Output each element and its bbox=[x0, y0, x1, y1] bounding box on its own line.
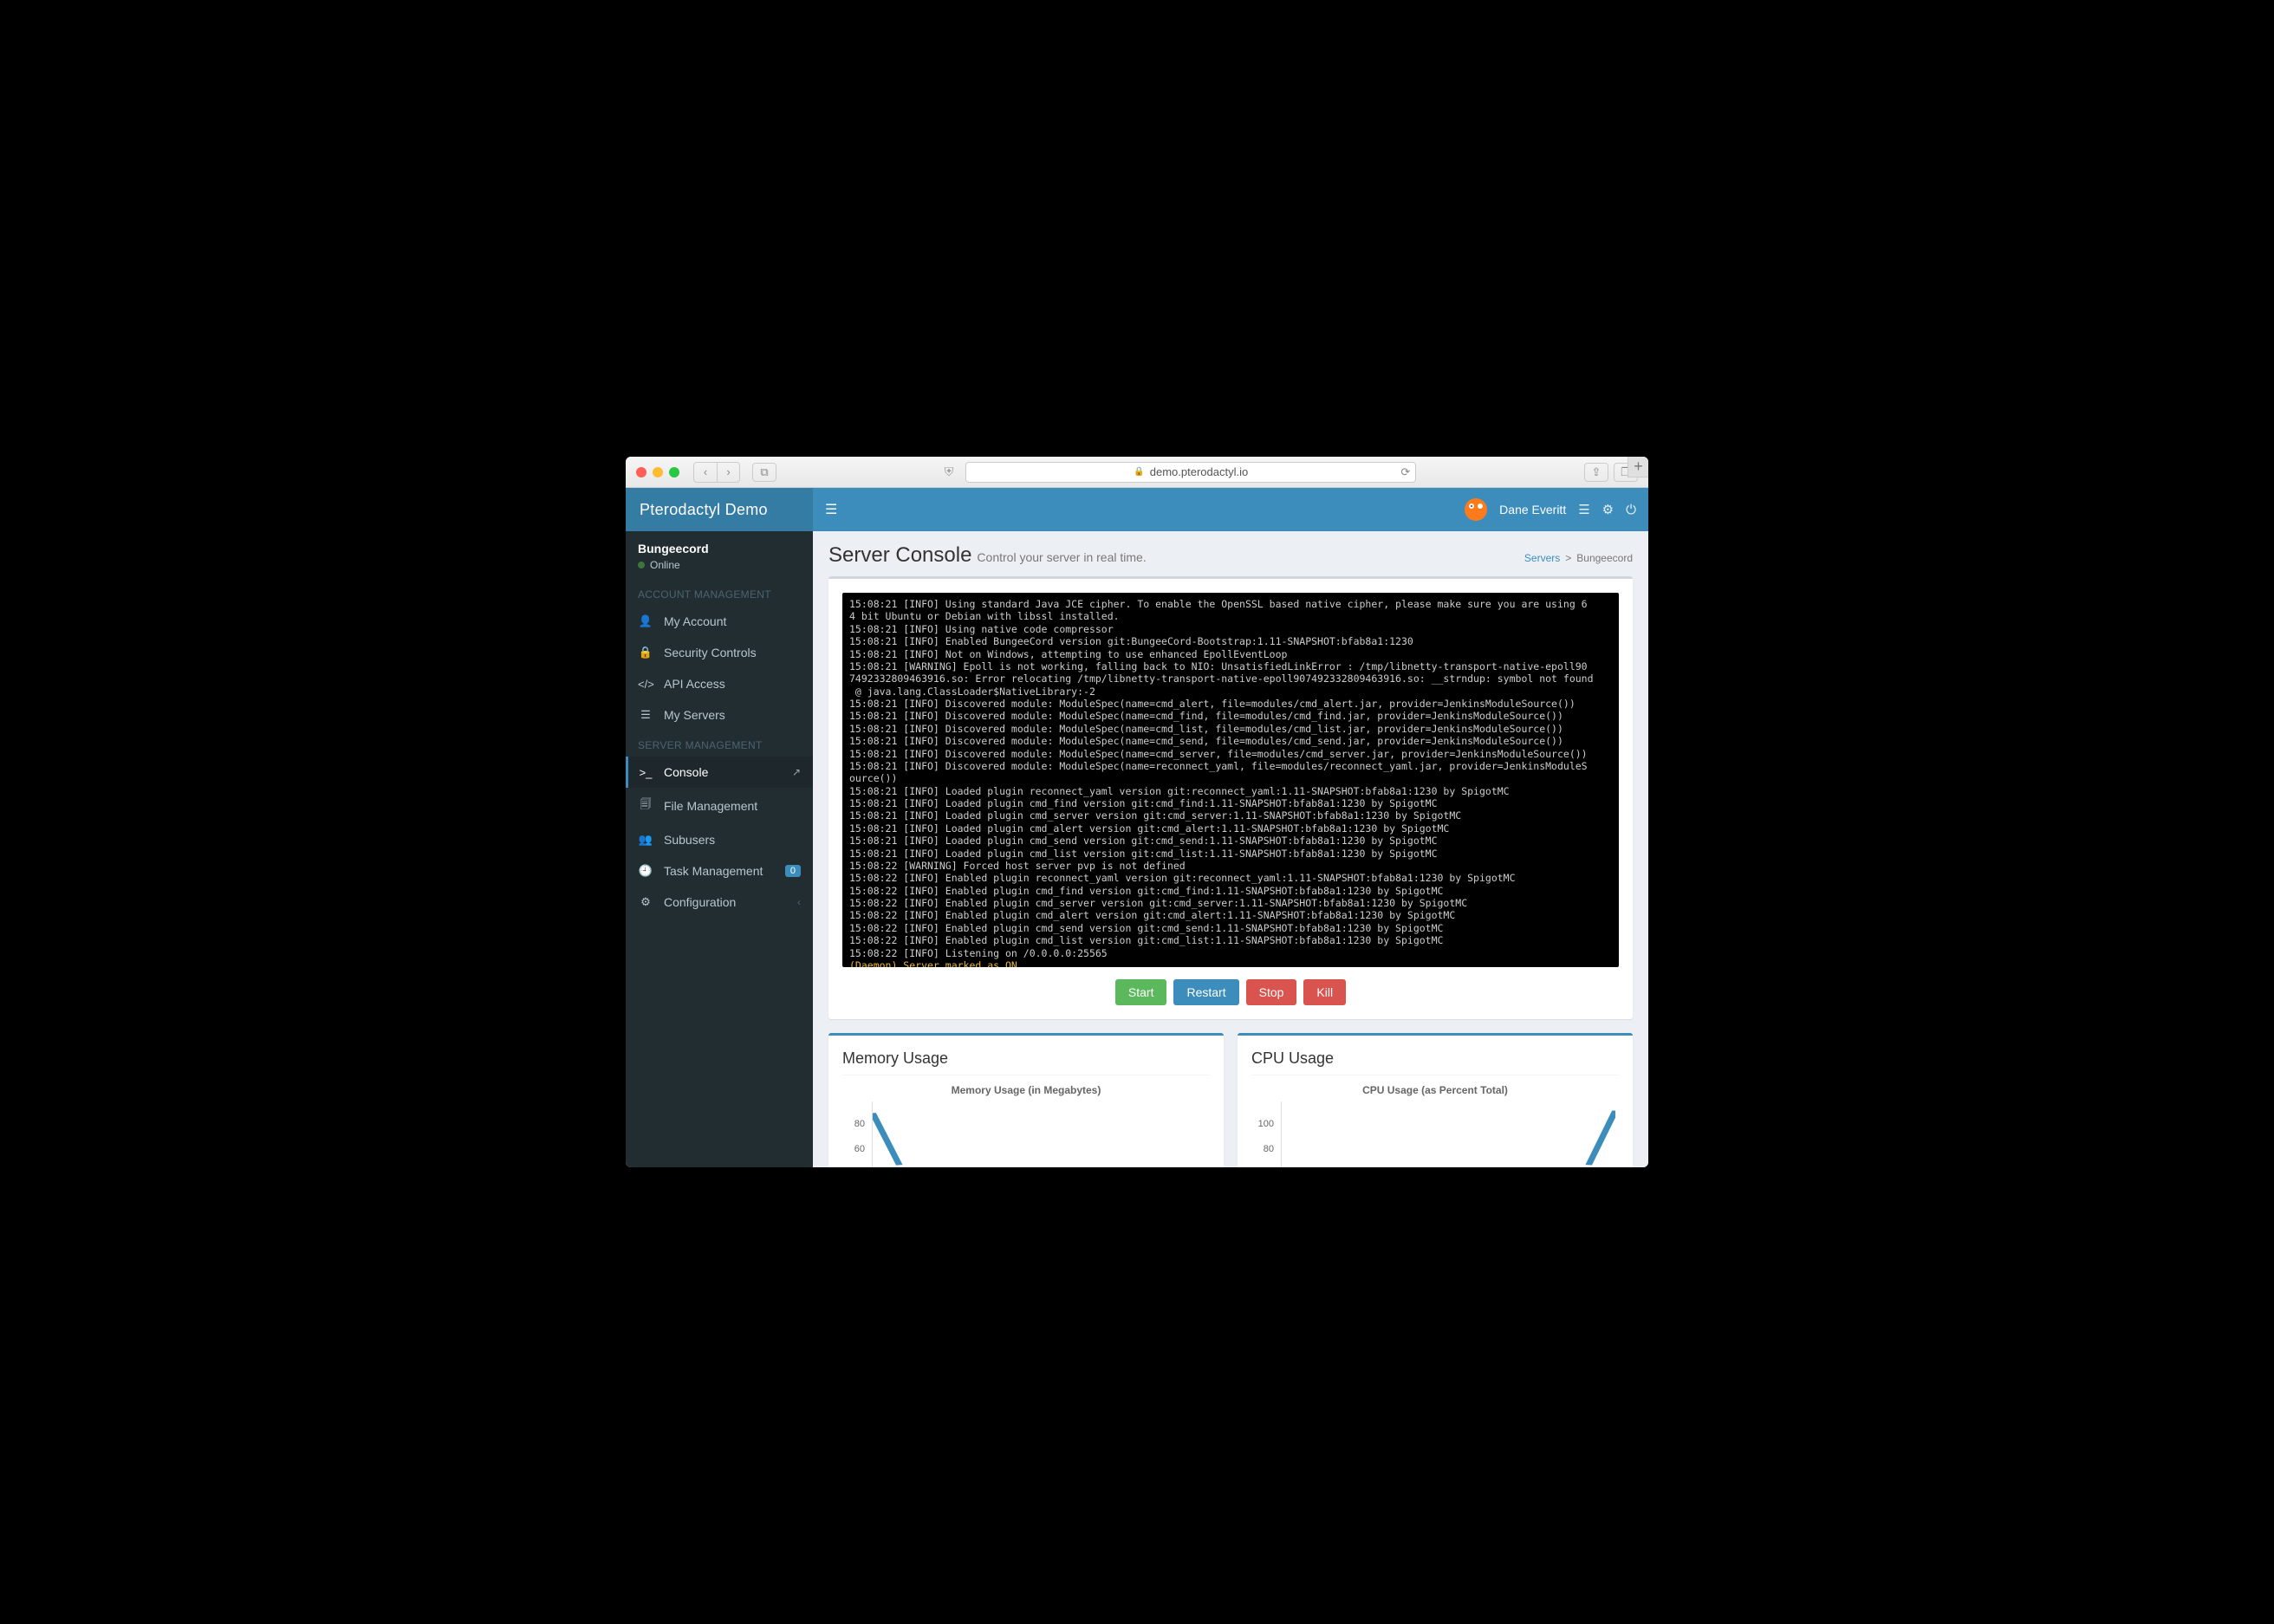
console-output[interactable]: 15:08:21 [INFO] Using standard Java JCE … bbox=[842, 593, 1619, 967]
sidebar-item-task-management[interactable]: 🕘 Task Management 0 bbox=[626, 855, 813, 887]
lock-icon: 🔒 bbox=[638, 646, 653, 659]
memory-chart-title: Memory Usage (in Megabytes) bbox=[842, 1084, 1210, 1096]
status-dot-icon bbox=[638, 562, 645, 568]
memory-panel-title: Memory Usage bbox=[842, 1049, 1210, 1075]
memory-panel: Memory Usage Memory Usage (in Megabytes)… bbox=[828, 1033, 1224, 1167]
url-wrap: ⛨ 🔒 demo.pterodactyl.io ⟳ bbox=[783, 462, 1577, 483]
sidebar-item-label: API Access bbox=[664, 677, 725, 691]
server-status: Online bbox=[638, 559, 801, 571]
sidebar-item-my-servers[interactable]: ☰ My Servers bbox=[626, 699, 813, 731]
topbar: ☰ Dane Everitt ☰ ⚙ ⏻ bbox=[813, 488, 1648, 531]
hamburger-toggle[interactable]: ☰ bbox=[825, 501, 837, 518]
section-header-account: ACCOUNT MANAGEMENT bbox=[626, 580, 813, 606]
cpu-panel-title: CPU Usage bbox=[1251, 1049, 1619, 1075]
brand-title[interactable]: Pterodactyl Demo bbox=[626, 488, 813, 531]
new-tab-button[interactable]: + bbox=[1628, 457, 1648, 477]
charts-row: Memory Usage Memory Usage (in Megabytes)… bbox=[828, 1033, 1633, 1167]
app-root: Pterodactyl Demo Bungeecord Online ACCOU… bbox=[626, 488, 1648, 1167]
window-zoom-icon[interactable] bbox=[669, 467, 679, 477]
memory-ytick-0: 80 bbox=[854, 1119, 865, 1129]
sidebar-item-my-account[interactable]: 👤 My Account bbox=[626, 606, 813, 637]
sidebar-item-label: Task Management bbox=[664, 864, 763, 878]
status-text: Online bbox=[650, 559, 680, 571]
sidebar-item-api-access[interactable]: </> API Access bbox=[626, 668, 813, 699]
page-title: Server Console bbox=[828, 543, 971, 568]
page-subtitle: Control your server in real time. bbox=[977, 550, 1146, 564]
user-name[interactable]: Dane Everitt bbox=[1499, 503, 1566, 516]
breadcrumb: Servers > Bungeecord bbox=[1524, 552, 1633, 564]
section-header-server: SERVER MANAGEMENT bbox=[626, 731, 813, 757]
clock-icon: 🕘 bbox=[638, 864, 653, 878]
sidebar-item-label: File Management bbox=[664, 799, 757, 813]
kill-button[interactable]: Kill bbox=[1303, 979, 1346, 1005]
external-link-icon[interactable]: ↗ bbox=[792, 766, 801, 778]
window-close-icon[interactable] bbox=[636, 467, 646, 477]
power-buttons: Start Restart Stop Kill bbox=[842, 979, 1619, 1005]
console-panel: 15:08:21 [INFO] Using standard Java JCE … bbox=[828, 576, 1633, 1019]
breadcrumb-current: Bungeecord bbox=[1576, 552, 1633, 564]
cpu-chart-title: CPU Usage (as Percent Total) bbox=[1251, 1084, 1619, 1096]
task-count-badge: 0 bbox=[785, 865, 801, 877]
traffic-lights bbox=[636, 467, 679, 477]
server-block: Bungeecord Online bbox=[626, 531, 813, 580]
sidebar-item-label: My Account bbox=[664, 614, 726, 628]
restart-button[interactable]: Restart bbox=[1173, 979, 1238, 1005]
sidebar-item-label: Subusers bbox=[664, 833, 715, 847]
memory-ytick-1: 60 bbox=[854, 1144, 865, 1154]
browser-titlebar: ‹ › ⧉ ⛨ 🔒 demo.pterodactyl.io ⟳ ⇪ ❐ + bbox=[626, 457, 1648, 488]
stop-button[interactable]: Stop bbox=[1246, 979, 1297, 1005]
cpu-ytick-0: 100 bbox=[1258, 1119, 1274, 1129]
sidebar-item-configuration[interactable]: ⚙ Configuration ‹ bbox=[626, 887, 813, 918]
back-button[interactable]: ‹ bbox=[694, 463, 717, 482]
server-name: Bungeecord bbox=[638, 542, 801, 555]
servers-icon[interactable]: ☰ bbox=[1578, 502, 1589, 517]
power-icon[interactable]: ⏻ bbox=[1626, 503, 1636, 517]
sidebar-item-label: Configuration bbox=[664, 895, 736, 909]
forward-button[interactable]: › bbox=[717, 463, 739, 482]
cpu-line bbox=[1282, 1101, 1615, 1167]
sidebar-item-label: My Servers bbox=[664, 708, 725, 722]
sidebar-item-security-controls[interactable]: 🔒 Security Controls bbox=[626, 637, 813, 668]
server-icon: ☰ bbox=[638, 708, 653, 722]
start-button[interactable]: Start bbox=[1115, 979, 1167, 1005]
main-scroll[interactable]: 15:08:21 [INFO] Using standard Java JCE … bbox=[813, 576, 1648, 1167]
breadcrumb-root[interactable]: Servers bbox=[1524, 552, 1560, 564]
share-button[interactable]: ⇪ bbox=[1584, 463, 1608, 482]
terminal-icon: >_ bbox=[638, 766, 653, 779]
lock-icon: 🔒 bbox=[1134, 467, 1144, 477]
content-column: ☰ Dane Everitt ☰ ⚙ ⏻ Server Console Cont… bbox=[813, 488, 1648, 1167]
url-bar[interactable]: 🔒 demo.pterodactyl.io ⟳ bbox=[965, 462, 1416, 483]
browser-window: ‹ › ⧉ ⛨ 🔒 demo.pterodactyl.io ⟳ ⇪ ❐ + Pt… bbox=[626, 457, 1648, 1167]
cpu-ytick-1: 80 bbox=[1264, 1144, 1274, 1154]
chevron-left-icon: ‹ bbox=[797, 896, 801, 908]
sidebar-item-subusers[interactable]: 👥 Subusers bbox=[626, 824, 813, 855]
users-icon: 👥 bbox=[638, 833, 653, 847]
cpu-chart: 100 80 bbox=[1251, 1101, 1619, 1167]
sidebar-toggle-button[interactable]: ⧉ bbox=[752, 463, 776, 482]
url-host: demo.pterodactyl.io bbox=[1150, 465, 1248, 478]
user-icon: 👤 bbox=[638, 614, 653, 628]
code-icon: </> bbox=[638, 678, 653, 691]
nav-buttons: ‹ › bbox=[693, 462, 740, 483]
sidebar-item-file-management[interactable]: 🗐 File Management bbox=[626, 788, 813, 824]
sidebar-item-label: Security Controls bbox=[664, 646, 757, 659]
cog-icon: ⚙ bbox=[638, 895, 653, 909]
cpu-panel: CPU Usage CPU Usage (as Percent Total) 1… bbox=[1238, 1033, 1633, 1167]
sidebar-item-console[interactable]: >_ Console ↗ bbox=[626, 757, 813, 788]
window-minimize-icon[interactable] bbox=[653, 467, 663, 477]
breadcrumb-sep: > bbox=[1565, 552, 1571, 564]
memory-chart: 80 60 bbox=[842, 1101, 1210, 1167]
memory-line bbox=[873, 1101, 1206, 1167]
page-header: Server Console Control your server in re… bbox=[813, 531, 1648, 576]
admin-gears-icon[interactable]: ⚙ bbox=[1602, 502, 1614, 517]
privacy-shield-icon[interactable]: ⛨ bbox=[945, 464, 954, 479]
avatar[interactable] bbox=[1465, 498, 1487, 521]
sidebar: Pterodactyl Demo Bungeecord Online ACCOU… bbox=[626, 488, 813, 1167]
sidebar-item-label: Console bbox=[664, 765, 708, 779]
files-icon: 🗐 bbox=[638, 796, 653, 815]
reload-button[interactable]: ⟳ bbox=[1400, 465, 1410, 479]
